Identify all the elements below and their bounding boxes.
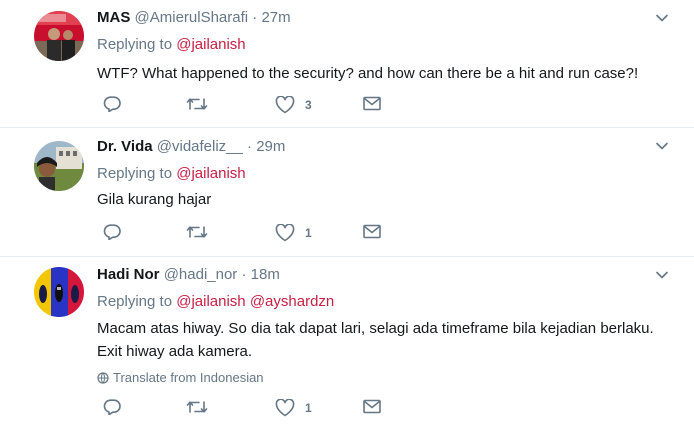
envelope-icon xyxy=(363,399,381,414)
like-button[interactable]: 3 xyxy=(275,96,312,114)
direct-message-button[interactable] xyxy=(363,224,381,239)
user-handle[interactable]: @AmierulSharafi xyxy=(135,9,249,26)
replying-to: Replying to @jailanish xyxy=(97,35,246,55)
replying-to: Replying to @jailanish xyxy=(97,164,246,184)
tweet-text: Gila kurang hajar xyxy=(97,191,212,208)
retweet-button[interactable] xyxy=(186,399,208,415)
avatar[interactable] xyxy=(34,141,84,191)
like-button[interactable]: 1 xyxy=(275,399,312,417)
globe-icon xyxy=(97,371,109,384)
display-name[interactable]: Hadi Nor xyxy=(97,266,160,283)
envelope-icon xyxy=(363,224,381,239)
translate-link[interactable]: Translate from Indonesian xyxy=(97,370,264,385)
reply-button[interactable] xyxy=(103,399,121,415)
like-button[interactable]: 1 xyxy=(275,224,312,242)
retweet-icon xyxy=(186,224,208,240)
chevron-down-icon[interactable] xyxy=(656,140,668,152)
reply-button[interactable] xyxy=(103,224,121,240)
tweet-text: WTF? What happened to the security? and … xyxy=(97,65,639,82)
direct-message-button[interactable] xyxy=(363,96,381,111)
retweet-icon xyxy=(186,96,208,112)
mention-link[interactable]: @jailanish xyxy=(176,36,245,53)
timestamp[interactable]: 29m xyxy=(256,138,285,155)
chevron-down-icon[interactable] xyxy=(656,269,668,281)
action-bar: 1 xyxy=(97,224,397,244)
action-bar: 3 xyxy=(97,96,397,116)
retweet-button[interactable] xyxy=(186,96,208,112)
replying-to: Replying to @jailanish @ayshardzn xyxy=(97,292,334,312)
avatar[interactable] xyxy=(34,11,84,61)
replying-to-label: Replying to xyxy=(97,36,173,53)
heart-icon xyxy=(275,96,295,114)
timestamp[interactable]: 27m xyxy=(261,9,290,26)
translate-label: Translate from Indonesian xyxy=(113,370,264,385)
mention-link[interactable]: @jailanish xyxy=(176,165,245,182)
tweet-header: Dr. Vida @vidafeliz__ · 29m xyxy=(97,138,285,156)
reply-icon xyxy=(103,96,121,112)
tweet-text: Macam atas hiway. So dia tak dapat lari,… xyxy=(97,320,654,360)
reply-icon xyxy=(103,399,121,415)
timestamp[interactable]: 18m xyxy=(251,266,280,283)
envelope-icon xyxy=(363,96,381,111)
heart-icon xyxy=(275,399,295,417)
tweet[interactable]: MAS @AmierulSharafi · 27m Replying to @j… xyxy=(0,0,694,128)
mention-link[interactable]: @jailanish xyxy=(176,293,245,310)
avatar[interactable] xyxy=(34,267,84,317)
like-count: 3 xyxy=(305,98,312,112)
tweet-header: Hadi Nor @hadi_nor · 18m xyxy=(97,266,280,284)
like-count: 1 xyxy=(305,401,312,415)
display-name[interactable]: Dr. Vida xyxy=(97,138,153,155)
separator-dot: · xyxy=(252,9,258,26)
heart-icon xyxy=(275,224,295,242)
user-handle[interactable]: @vidafeliz__ xyxy=(157,138,243,155)
retweet-icon xyxy=(186,399,208,415)
display-name[interactable]: MAS xyxy=(97,9,130,26)
chevron-down-icon[interactable] xyxy=(656,12,668,24)
separator-dot: · xyxy=(241,266,247,283)
mention-link[interactable]: @ayshardzn xyxy=(250,293,334,310)
like-count: 1 xyxy=(305,226,312,240)
reply-icon xyxy=(103,224,121,240)
tweet[interactable]: Dr. Vida @vidafeliz__ · 29m Replying to … xyxy=(0,128,694,257)
tweet-header: MAS @AmierulSharafi · 27m xyxy=(97,9,291,27)
replying-to-label: Replying to xyxy=(97,165,173,182)
direct-message-button[interactable] xyxy=(363,399,381,414)
retweet-button[interactable] xyxy=(186,224,208,240)
separator-dot: · xyxy=(247,138,253,155)
tweet[interactable]: Hadi Nor @hadi_nor · 18m Replying to @ja… xyxy=(0,257,694,430)
reply-button[interactable] xyxy=(103,96,121,112)
user-handle[interactable]: @hadi_nor xyxy=(164,266,238,283)
action-bar: 1 xyxy=(97,399,397,419)
replying-to-label: Replying to xyxy=(97,293,173,310)
